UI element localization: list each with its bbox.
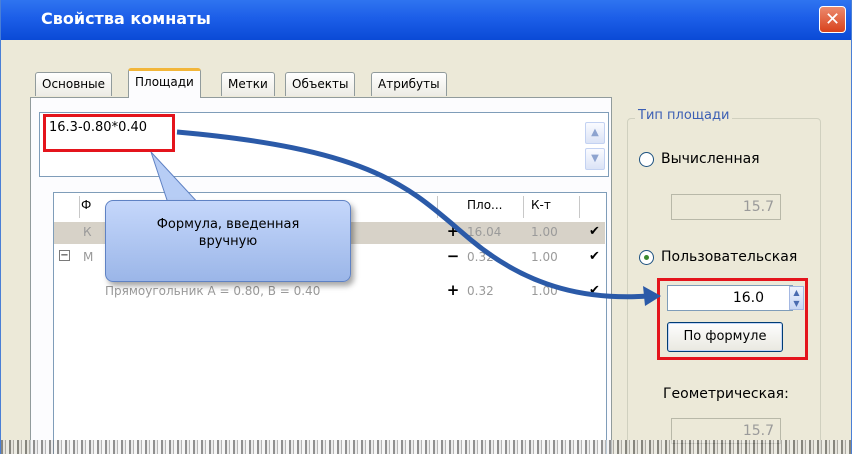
- header-divider: [579, 196, 580, 218]
- geometric-label: Геометрическая:: [663, 386, 789, 402]
- minus-icon[interactable]: −: [446, 247, 460, 265]
- checkbox-icon[interactable]: ✔: [589, 249, 600, 264]
- scroll-up-icon[interactable]: ▲: [585, 122, 605, 144]
- callout-line-1: Формула, введенная: [156, 217, 300, 232]
- area-type-title: Тип площади: [635, 108, 733, 123]
- header-divider: [523, 196, 524, 218]
- tab-objects[interactable]: Объекты: [285, 72, 356, 96]
- close-icon[interactable]: ✕: [819, 6, 846, 33]
- radio-computed[interactable]: [639, 152, 654, 167]
- torn-edge-decoration: [1, 440, 851, 454]
- checkbox-icon[interactable]: ✔: [589, 283, 600, 298]
- row-name: Прямоугольник А = 0.80, В = 0.40: [105, 284, 321, 298]
- radio-custom-label[interactable]: Пользовательская: [661, 249, 797, 265]
- computed-value-field: 15.7: [671, 194, 781, 220]
- radio-selected-dot: [644, 255, 649, 260]
- formula-highlight-frame: [43, 114, 175, 152]
- column-header-coef[interactable]: К-т: [531, 198, 551, 212]
- custom-highlight-frame: [657, 278, 808, 360]
- window-title: Свойства комнаты: [41, 9, 211, 28]
- plus-icon[interactable]: +: [446, 281, 460, 299]
- row-area: 0.32: [467, 250, 494, 264]
- tab-labels[interactable]: Метки: [221, 72, 275, 96]
- row-coef: 1.00: [531, 225, 558, 239]
- tab-main[interactable]: Основные: [35, 72, 113, 96]
- radio-custom[interactable]: [639, 250, 654, 265]
- tab-attributes[interactable]: Атрибуты: [371, 72, 447, 96]
- tab-areas[interactable]: Площади: [128, 68, 201, 98]
- callout-line-2: вручную: [198, 234, 258, 249]
- radio-computed-label[interactable]: Вычисленная: [661, 151, 760, 167]
- row-name: К: [83, 225, 92, 239]
- column-header-formula[interactable]: Ф: [81, 198, 91, 212]
- room-properties-dialog: Свойства комнаты ✕ Основные Площади Метк…: [0, 0, 852, 454]
- row-area: 0.32: [467, 284, 494, 298]
- row-coef: 1.00: [531, 250, 558, 264]
- callout-text: Формула, введенная вручную: [109, 216, 347, 250]
- column-header-area[interactable]: Пло...: [467, 198, 502, 212]
- scroll-down-icon[interactable]: ▼: [585, 148, 605, 170]
- row-coef: 1.00: [531, 284, 558, 298]
- checkbox-icon[interactable]: ✔: [589, 224, 600, 239]
- plus-icon[interactable]: +: [446, 222, 460, 240]
- row-name: М: [83, 250, 94, 264]
- header-divider: [79, 196, 80, 218]
- row-area: 16.04: [467, 225, 502, 239]
- collapse-icon[interactable]: −: [59, 250, 70, 261]
- header-divider: [437, 196, 438, 218]
